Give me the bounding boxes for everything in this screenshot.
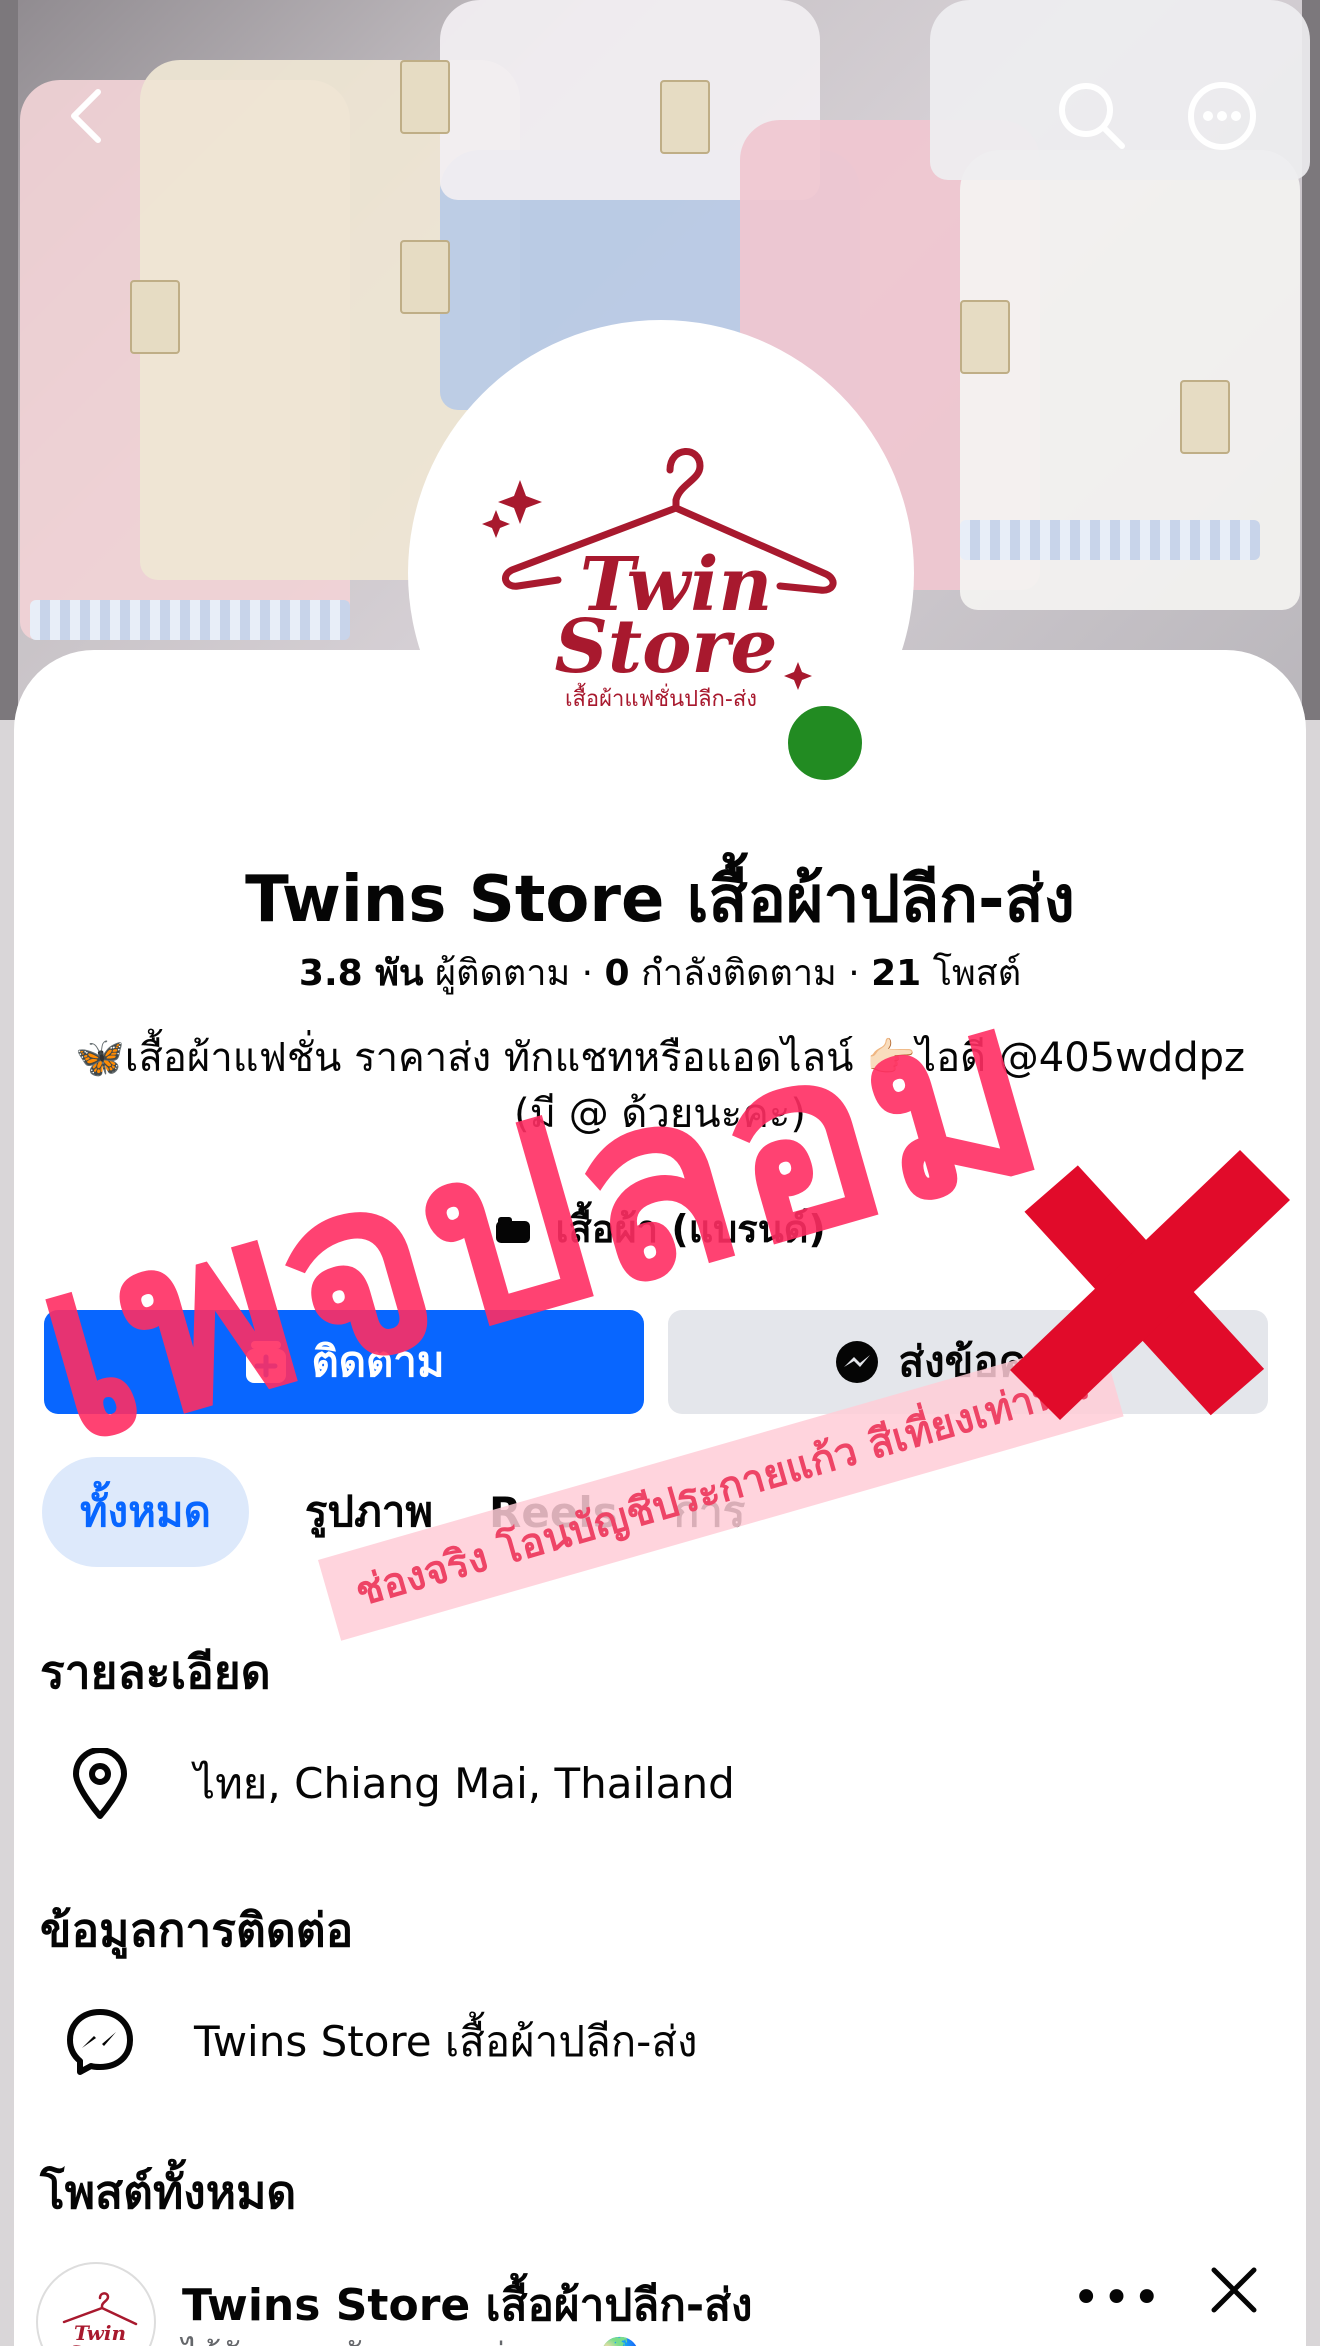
- location-row[interactable]: ไทย, Chiang Mai, Thailand: [60, 1744, 735, 1824]
- profile-stats: 3.8 พัน ผู้ติดตาม · 0 กำลังติดตาม · 21 โ…: [0, 944, 1320, 1001]
- bio-line: 🦋เสื้อผ้าแฟชั่น ราคาส่ง ทักแชทหรือแอดไลน…: [74, 1035, 1246, 1081]
- post-hide-button[interactable]: [1206, 2262, 1262, 2322]
- cover-lace: [960, 520, 1260, 560]
- stats-separator: ·: [848, 953, 872, 994]
- tab-all[interactable]: ทั้งหมด: [42, 1457, 249, 1567]
- messenger-icon: [836, 1341, 879, 1383]
- tab-more[interactable]: การ: [674, 1479, 746, 1545]
- posts-heading: โพสต์ทั้งหมด: [40, 2165, 297, 2219]
- cover-tag: [960, 300, 1010, 374]
- logo-tagline: เสื้อผ้าแฟชั่นปลีก-ส่ง: [565, 683, 757, 712]
- post-subtitle: ได้รับการสนับสนุน · ล่าสุด · 🌏: [182, 2328, 642, 2346]
- search-icon: [1059, 83, 1125, 149]
- messenger-contact-name: Twins Store เสื้อผ้าปลีก-ส่ง: [194, 2017, 698, 2066]
- back-button[interactable]: [50, 80, 122, 152]
- stats-separator: ·: [581, 953, 605, 994]
- profile-tabs: ทั้งหมด รูปภาพ Reels การ: [42, 1457, 801, 1567]
- search-button[interactable]: [1056, 80, 1128, 152]
- message-button-label: ส่งข้อความ: [898, 1337, 1102, 1386]
- following-label[interactable]: กำลังติดตาม: [641, 953, 837, 994]
- post-avatar-line2: Store: [68, 2341, 128, 2346]
- online-status-indicator: [778, 696, 872, 790]
- follow-button-label: ติดตาม: [311, 1337, 445, 1386]
- following-count[interactable]: 0: [605, 953, 630, 994]
- cover-tag: [1180, 380, 1230, 454]
- messenger-contact-icon: [60, 2002, 140, 2082]
- profile-bio: 🦋เสื้อผ้าแฟชั่น ราคาส่ง ทักแชทหรือแอดไลน…: [40, 1030, 1280, 1142]
- cover-tag: [130, 280, 180, 354]
- cover-lace: [30, 600, 350, 640]
- post-header: Twin Store Twins Store เสื้อผ้าปลีก-ส่ง …: [36, 2262, 1296, 2346]
- followers-label[interactable]: ผู้ติดตาม: [435, 953, 570, 994]
- details-heading: รายละเอียด: [40, 1645, 271, 1699]
- post-avatar-logo: Twin Store: [62, 2292, 138, 2346]
- location-text: ไทย, Chiang Mai, Thailand: [194, 1759, 735, 1808]
- messenger-row[interactable]: Twins Store เสื้อผ้าปลีก-ส่ง: [60, 2002, 697, 2082]
- cover-tag: [400, 60, 450, 134]
- more-dots-icon: [1188, 82, 1256, 150]
- posts-count: 21: [871, 953, 922, 994]
- more-options-button[interactable]: [1186, 80, 1258, 152]
- posts-label: โพสต์: [932, 953, 1022, 994]
- page-title: Twins Store เสื้อผ้าปลีก-ส่ง: [245, 863, 1075, 937]
- bio-line: (มี @ ด้วยนะคะ): [514, 1091, 806, 1137]
- post-author-avatar[interactable]: Twin Store: [36, 2262, 156, 2346]
- cover-tag: [400, 240, 450, 314]
- category-label: เสื้อผ้า (แบรนด์): [555, 1207, 826, 1251]
- tab-photos[interactable]: รูปภาพ: [305, 1479, 433, 1545]
- message-button[interactable]: ส่งข้อความ: [668, 1310, 1268, 1414]
- contact-heading: ข้อมูลการติดต่อ: [40, 1903, 354, 1957]
- category-icon: [496, 1217, 531, 1243]
- follow-icon: [246, 1341, 287, 1383]
- logo-text-line2: Store: [554, 604, 777, 690]
- cover-tag: [660, 80, 710, 154]
- tab-reels[interactable]: Reels: [489, 1488, 618, 1537]
- location-pin-icon: [60, 1744, 140, 1824]
- page-root: Twin Store เสื้อผ้าแฟชั่นปลีก-ส่ง Twins …: [0, 0, 1320, 2346]
- follow-button[interactable]: ติดตาม: [44, 1310, 644, 1414]
- followers-count[interactable]: 3.8 พัน: [299, 953, 424, 994]
- post-more-button[interactable]: •••: [1072, 2270, 1163, 2326]
- cover-edge: [0, 0, 18, 720]
- page-category: เสื้อผ้า (แบรนด์): [0, 1198, 1320, 1259]
- chevron-left-icon: [71, 89, 101, 143]
- close-icon: [1211, 2267, 1257, 2313]
